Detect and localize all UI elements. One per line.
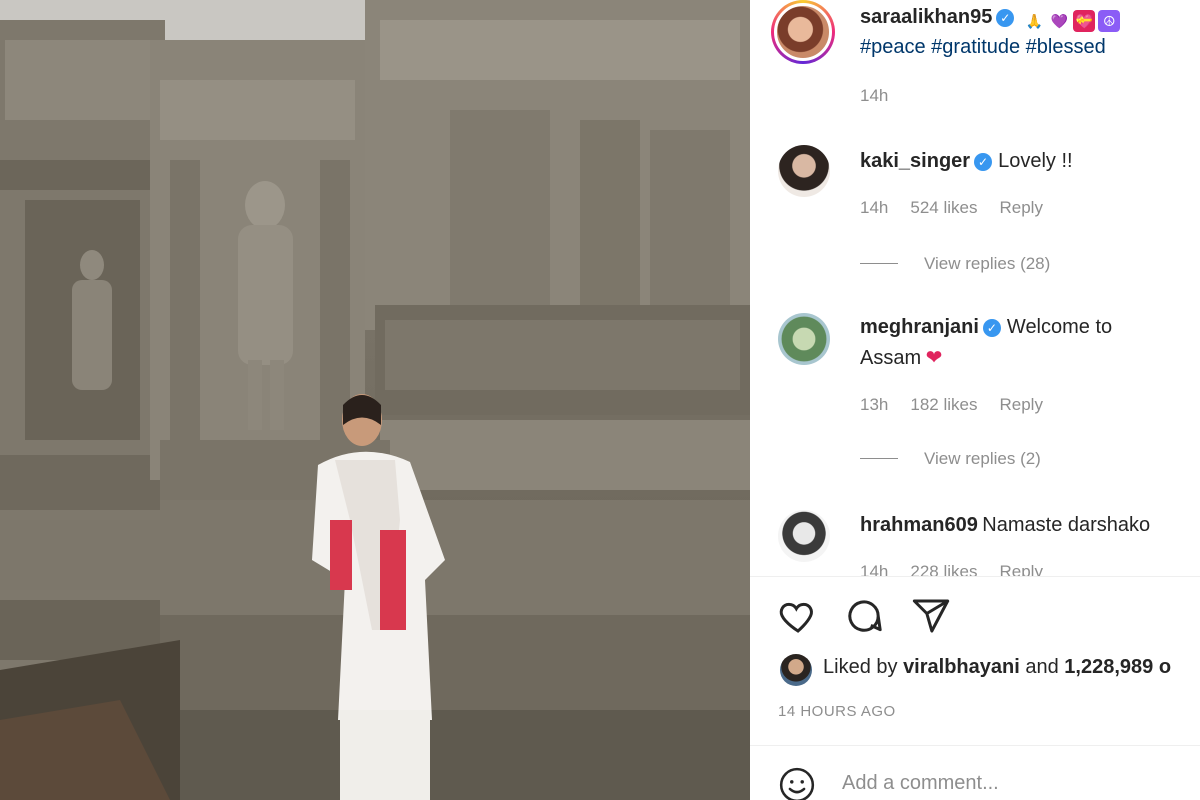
- verified-badge-icon: ✓: [982, 319, 1001, 337]
- reply-button[interactable]: Reply: [999, 395, 1042, 414]
- likes-prefix: Liked by: [823, 656, 898, 678]
- author-username[interactable]: saraalikhan95: [860, 6, 992, 28]
- paper-plane-icon[interactable]: [911, 596, 951, 636]
- view-replies-label: View replies (28): [924, 254, 1051, 273]
- action-bar: [778, 596, 973, 641]
- likes-user[interactable]: viralbhayani: [903, 656, 1020, 678]
- comment-likes[interactable]: 182 likes: [910, 395, 977, 414]
- view-replies-label: View replies (2): [924, 449, 1041, 468]
- likes-count[interactable]: 1,228,989 o: [1064, 656, 1171, 678]
- commenter-avatar[interactable]: [778, 145, 830, 197]
- liker-avatar[interactable]: [780, 654, 812, 686]
- post-photo: [0, 0, 750, 800]
- divider-line: [860, 458, 898, 459]
- section-divider: [750, 576, 1200, 577]
- heart-icon[interactable]: [778, 596, 818, 636]
- reply-button[interactable]: Reply: [999, 198, 1042, 217]
- comment-username[interactable]: kaki_singer: [860, 150, 970, 172]
- view-replies-button[interactable]: View replies (2): [860, 449, 1041, 469]
- comment-text: Lovely !!: [998, 150, 1073, 172]
- comment-bubble-icon[interactable]: [844, 596, 884, 636]
- red-heart-emoji: ❤: [925, 347, 943, 369]
- divider-line: [860, 263, 898, 264]
- temple-photo: [0, 0, 750, 800]
- comment-text: Assam: [860, 347, 922, 369]
- commenter-avatar[interactable]: [778, 510, 830, 562]
- comment-text-row: kaki_singer ✓ Lovely !!: [860, 150, 1073, 173]
- comment-text-row: meghranjani ✓ Welcome to: [860, 316, 1112, 339]
- peace-symbol-emoji: ☮: [1098, 10, 1121, 32]
- caption-hashtags[interactable]: #peace #gratitude #blessed: [860, 36, 1106, 59]
- smiley-icon[interactable]: [778, 766, 816, 800]
- reply-button[interactable]: Reply: [999, 562, 1042, 576]
- comment-text-continued: Assam ❤: [860, 345, 942, 370]
- comment-meta: 14h 524 likes Reply: [860, 198, 1065, 218]
- praying-hands-emoji: 🙏: [1025, 13, 1044, 29]
- add-comment-input[interactable]: Add a comment...: [842, 772, 999, 795]
- verified-badge-icon: ✓: [996, 9, 1015, 27]
- comment-text: Welcome to: [1006, 316, 1113, 338]
- likes-and: and: [1025, 656, 1059, 678]
- verified-badge-icon: ✓: [974, 153, 993, 171]
- likes-summary[interactable]: Liked by viralbhayani and 1,228,989 o: [823, 656, 1171, 679]
- comment-likes[interactable]: 524 likes: [910, 198, 977, 217]
- comment-meta: 14h 228 likes Reply: [860, 562, 1065, 576]
- comment-meta: 13h 182 likes Reply: [860, 395, 1065, 415]
- purple-heart-emoji: 💜: [1050, 13, 1069, 29]
- view-replies-button[interactable]: View replies (28): [860, 254, 1050, 274]
- comment-time: 13h: [860, 395, 889, 414]
- comment-username[interactable]: meghranjani: [860, 316, 979, 338]
- author-avatar[interactable]: [771, 0, 835, 64]
- comment-text-row: hrahman609 Namaste darshako: [860, 514, 1150, 537]
- comment-time: 14h: [860, 562, 889, 576]
- caption-time: 14h: [860, 86, 889, 105]
- post-timestamp: 14 HOURS AGO: [778, 703, 896, 720]
- comment-username[interactable]: hrahman609: [860, 514, 978, 536]
- comment-text: Namaste darshako: [982, 514, 1151, 536]
- post-detail-panel: saraalikhan95 ✓ 🙏 💜 💝 ☮ #peace #gratitude #bl…: [750, 0, 1200, 800]
- comment-likes[interactable]: 228 likes: [910, 562, 977, 576]
- section-divider: [750, 745, 1200, 746]
- heart-gift-emoji: 💝: [1073, 10, 1096, 32]
- comment-meta-clip: 14h 228 likes Reply: [750, 560, 1200, 576]
- comment-time: 14h: [860, 198, 889, 217]
- caption-line-1: saraalikhan95 ✓ 🙏 💜 💝 ☮: [860, 6, 1121, 32]
- commenter-avatar[interactable]: [778, 313, 830, 365]
